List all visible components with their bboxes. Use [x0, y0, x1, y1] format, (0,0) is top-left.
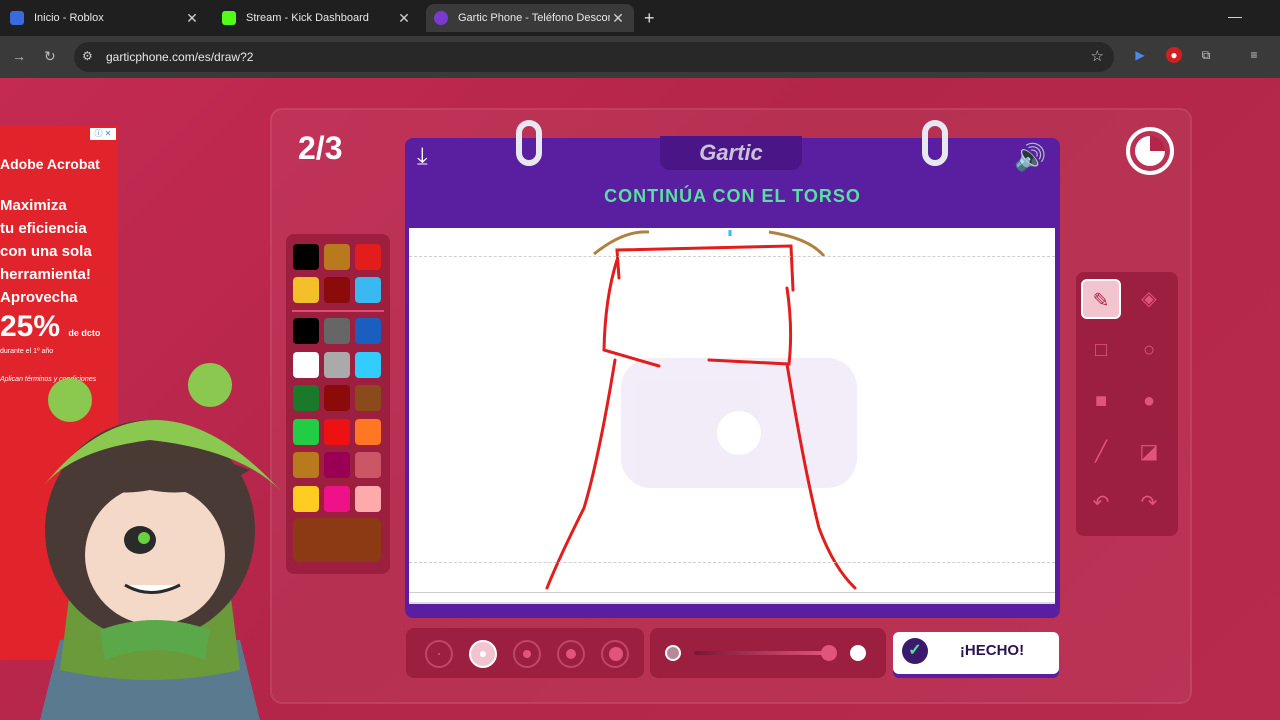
media-control-icon[interactable]: ≡ — [1246, 47, 1262, 63]
undo-icon[interactable]: ↶ — [1081, 483, 1121, 523]
color-swatch[interactable] — [355, 485, 381, 512]
tab-title: Inicio - Roblox — [34, 12, 104, 24]
guide-line — [409, 562, 1055, 563]
color-swatch[interactable] — [324, 244, 350, 270]
binder-ring-icon — [516, 120, 542, 166]
square-filled-icon[interactable]: ■ — [1081, 381, 1121, 421]
color-swatch[interactable] — [293, 277, 319, 303]
size-dot — [566, 649, 576, 659]
fill-bucket-icon[interactable]: ◪ — [1129, 432, 1169, 472]
ad-copy: Maximiza tu eficiencia con una sola herr… — [0, 194, 118, 309]
ad-discount-suffix: de dcto — [68, 328, 101, 338]
opacity-slider-knob[interactable] — [821, 645, 837, 661]
ad-line: tu eficiencia — [0, 220, 87, 237]
eraser-icon[interactable]: ◈ — [1129, 279, 1169, 319]
ad-line: Aprovecha — [0, 289, 78, 306]
ad-discount: 25% de dcto — [0, 310, 100, 344]
download-icon[interactable]: ⤓ — [417, 143, 428, 171]
streamer-avatar — [40, 363, 280, 720]
color-swatch[interactable] — [324, 385, 350, 411]
size-dot — [523, 650, 531, 658]
ad-discount-value: 25% — [0, 310, 61, 343]
reload-icon[interactable]: ↻ — [44, 48, 56, 65]
drawing-strokes — [545, 230, 857, 590]
new-tab-icon[interactable]: + — [644, 8, 655, 29]
gartic-favicon-icon — [434, 11, 448, 25]
extension-record-icon[interactable]: ● — [1166, 47, 1182, 63]
line-icon[interactable]: ╱ — [1081, 432, 1121, 472]
opacity-min-icon — [665, 645, 681, 661]
guide-line — [409, 256, 1055, 257]
circle-outline-icon[interactable]: ○ — [1129, 330, 1169, 370]
close-tab-icon[interactable]: ✕ — [184, 10, 200, 27]
redo-icon[interactable]: ↷ — [1129, 483, 1169, 523]
tab-bar: Inicio - Roblox ✕ Stream - Kick Dashboar… — [0, 0, 1280, 36]
color-swatch[interactable] — [324, 418, 350, 445]
binder-ring-icon — [922, 120, 948, 166]
ad-line: herramienta! — [0, 266, 91, 283]
pencil-icon[interactable]: ✎ — [1081, 279, 1121, 319]
color-swatch[interactable] — [355, 385, 381, 411]
timer-icon — [1126, 127, 1174, 175]
forward-icon[interactable]: → — [12, 48, 26, 64]
palette-divider — [292, 310, 384, 312]
url-text[interactable]: garticphone.com/es/draw?2 — [106, 50, 253, 64]
extension-play-icon[interactable]: ▶ — [1132, 47, 1148, 63]
drawing-canvas[interactable] — [409, 228, 1055, 592]
site-info-icon[interactable]: ⚙ — [82, 49, 93, 63]
color-swatch[interactable] — [324, 318, 350, 344]
color-swatch[interactable] — [324, 452, 350, 478]
watermark-logo — [621, 358, 857, 488]
close-tab-icon[interactable]: ✕ — [396, 10, 412, 27]
square-outline-icon[interactable]: □ — [1081, 330, 1121, 370]
kick-favicon-icon — [222, 11, 236, 25]
address-bar[interactable]: ⚙ garticphone.com/es/draw?2 ☆ — [74, 42, 1114, 72]
color-swatch[interactable] — [355, 277, 381, 303]
volume-icon[interactable]: 🔊 — [1014, 142, 1046, 173]
ad-line: Maximiza — [0, 197, 67, 214]
size-dot — [609, 647, 623, 661]
tab-title: Stream - Kick Dashboard — [246, 12, 369, 24]
check-icon: ✓ — [902, 638, 928, 664]
color-swatch[interactable] — [355, 452, 381, 478]
circle-filled-icon[interactable]: ● — [1129, 381, 1169, 421]
done-button-label: ¡HECHO! — [959, 642, 1025, 659]
color-swatch[interactable] — [355, 351, 381, 378]
minimize-window-icon[interactable]: — — [1228, 8, 1242, 24]
color-swatch[interactable] — [324, 277, 350, 303]
close-tab-icon[interactable]: ✕ — [610, 10, 626, 27]
prompt-text: CONTINÚA CON EL TORSO — [604, 186, 861, 206]
size-dot — [438, 653, 440, 655]
paper-edge — [409, 592, 1055, 604]
extensions-puzzle-icon[interactable]: ⧉ — [1198, 47, 1214, 63]
opacity-max-icon — [850, 645, 866, 661]
tab-roblox[interactable]: Inicio - Roblox ✕ — [2, 4, 208, 32]
ad-brand: Adobe Acrobat — [0, 156, 100, 172]
color-swatch[interactable] — [324, 485, 350, 512]
ad-line: con una sola — [0, 243, 92, 260]
tab-kick[interactable]: Stream - Kick Dashboard ✕ — [214, 4, 420, 32]
bookmark-star-icon[interactable]: ☆ — [1091, 47, 1104, 65]
round-counter: 2/3 — [298, 130, 343, 166]
color-swatch[interactable] — [355, 244, 381, 270]
color-swatch[interactable] — [324, 351, 350, 378]
gartic-logo: Gartic — [699, 140, 763, 165]
opacity-slider-track[interactable] — [694, 651, 828, 655]
previous-drawing-hair-right — [768, 230, 826, 258]
roblox-favicon-icon — [10, 11, 24, 25]
color-swatch[interactable] — [355, 318, 381, 344]
color-swatch[interactable] — [355, 418, 381, 445]
color-swatch[interactable] — [293, 244, 319, 270]
ad-choices-icon[interactable]: ⓘ ✕ — [90, 128, 116, 140]
tab-gartic[interactable]: Gartic Phone - Teléfono Descon ✕ — [426, 4, 634, 32]
tab-title: Gartic Phone - Teléfono Descon — [458, 12, 610, 24]
size-dot — [480, 651, 486, 657]
